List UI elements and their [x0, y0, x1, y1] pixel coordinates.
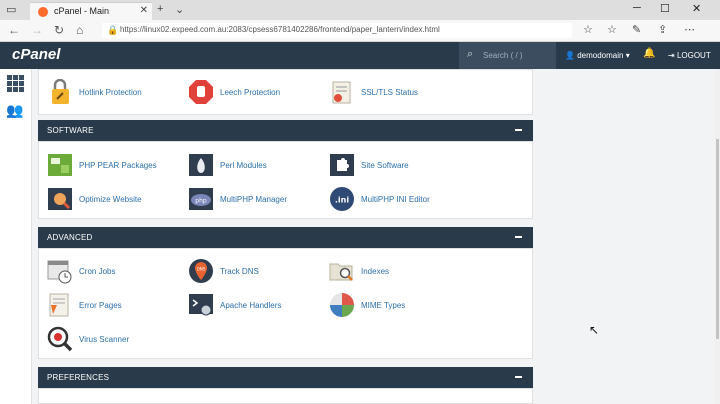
cpanel-favicon-icon — [38, 7, 48, 17]
item-label: Apache Handlers — [220, 301, 282, 310]
preferences-panel-header[interactable]: PREFERENCES — [38, 367, 533, 388]
svg-text:php: php — [195, 198, 207, 205]
php-pear-icon — [48, 154, 72, 176]
tab-dropdown-icon[interactable]: ⌄ — [175, 3, 184, 16]
software-panel — [38, 141, 533, 219]
forward-icon[interactable]: → — [31, 23, 43, 37]
item-label: Site Software — [361, 161, 409, 170]
share-icon[interactable]: ⇪ — [658, 23, 667, 36]
favorites-bar-icon[interactable]: ☆ — [607, 23, 617, 36]
item-label: Cron Jobs — [79, 267, 116, 276]
search-box[interactable]: ⌕ Search ( / ) — [459, 42, 556, 69]
home-icon[interactable]: ⌂ — [76, 23, 83, 37]
collapse-icon[interactable] — [515, 236, 522, 238]
item-label: Indexes — [361, 267, 390, 276]
tab-list-icon[interactable]: ▭ — [6, 3, 16, 16]
item-label: Optimize Website — [79, 195, 142, 204]
browser-tab[interactable]: cPanel - Main ✕ — [30, 2, 152, 20]
url-field[interactable]: 🔒 https://linux02.expeed.com.au:2083/cps… — [102, 23, 572, 38]
terminal-gear-icon — [189, 294, 213, 316]
user-icon: 👤 — [565, 51, 575, 60]
close-window-icon[interactable]: ✕ — [692, 2, 701, 15]
user-manager-icon[interactable]: 👥 — [6, 102, 23, 119]
logout-label: LOGOUT — [676, 51, 711, 60]
back-icon[interactable]: ← — [8, 23, 20, 37]
browser-tab-bar: ▭ cPanel - Main ✕ + ⌄ ─ ☐ ✕ — [0, 0, 720, 20]
item-label: PHP PEAR Packages — [79, 161, 157, 170]
tab-close-icon[interactable]: ✕ — [140, 5, 148, 16]
cpanel-logo[interactable]: cPanel — [12, 46, 60, 63]
page-scrollbar[interactable] — [715, 69, 720, 404]
software-panel-header[interactable]: SOFTWARE — [38, 120, 533, 141]
mouse-cursor-icon: ↖ — [589, 323, 600, 337]
lock-chain-icon — [52, 79, 69, 104]
maximize-icon[interactable]: ☐ — [660, 2, 670, 15]
svg-text:DNS: DNS — [197, 267, 206, 272]
dns-pin-icon: DNS — [189, 259, 213, 283]
item-label: Leech Protection — [220, 88, 281, 97]
item-label: Hotlink Protection — [79, 88, 142, 97]
scrollbar-thumb[interactable] — [716, 139, 719, 339]
ini-editor-icon: .ini — [330, 187, 354, 211]
lock-icon: 🔒 — [107, 25, 119, 35]
optimize-icon — [48, 188, 72, 210]
minimize-icon[interactable]: ─ — [633, 2, 641, 14]
home-grid-icon[interactable] — [7, 75, 24, 92]
item-label: Error Pages — [79, 301, 122, 310]
panel-title: ADVANCED — [47, 233, 93, 242]
item-label: Virus Scanner — [79, 335, 130, 344]
puzzle-icon — [330, 154, 354, 176]
item-label: MultiPHP Manager — [220, 195, 287, 204]
tab-title: cPanel - Main — [54, 6, 110, 16]
panel-title: PREFERENCES — [47, 373, 110, 382]
item-label: MIME Types — [361, 301, 406, 310]
item-label: Perl Modules — [220, 161, 267, 170]
bell-icon[interactable]: 🔔 — [643, 48, 655, 59]
collapse-icon[interactable] — [515, 129, 522, 131]
php-manager-icon: php — [189, 188, 213, 210]
chevron-down-icon: ▾ — [625, 51, 630, 60]
mime-types-icon — [330, 293, 354, 317]
user-menu[interactable]: 👤 demodomain ▾ — [565, 51, 630, 60]
refresh-icon[interactable]: ↻ — [54, 23, 64, 37]
left-sidebar: 👥 — [0, 69, 32, 404]
calendar-clock-icon — [47, 260, 72, 284]
item-label: SSL/TLS Status — [361, 88, 418, 97]
more-icon[interactable]: ⋯ — [684, 23, 695, 36]
preferences-panel — [38, 388, 533, 404]
pen-icon[interactable]: ✎ — [632, 23, 641, 36]
url-text: https://linux02.expeed.com.au:2083/cpses… — [120, 25, 440, 34]
perl-onion-icon — [189, 154, 213, 176]
panel-title: SOFTWARE — [47, 126, 94, 135]
error-page-icon — [49, 293, 69, 317]
search-input[interactable]: Search ( / ) — [483, 51, 523, 60]
certificate-icon — [332, 81, 351, 104]
advanced-panel-header[interactable]: ADVANCED — [38, 227, 533, 248]
item-label: MultiPHP INI Editor — [361, 195, 430, 204]
item-label: Track DNS — [220, 267, 259, 276]
user-name: demodomain — [577, 51, 624, 60]
virus-scanner-icon — [47, 326, 73, 352]
favorite-star-icon[interactable]: ☆ — [583, 23, 593, 36]
logout-button[interactable]: ⇥ LOGOUT — [668, 51, 711, 60]
logout-icon: ⇥ — [668, 51, 675, 60]
svg-text:.ini: .ini — [335, 196, 349, 205]
new-tab-icon[interactable]: + — [157, 3, 163, 15]
address-bar: ← → ↻ ⌂ 🔒 https://linux02.expeed.com.au:… — [0, 20, 720, 42]
stop-hand-icon — [189, 80, 213, 104]
folder-search-icon — [329, 263, 353, 281]
search-icon: ⌕ — [467, 48, 474, 60]
collapse-icon[interactable] — [515, 376, 522, 378]
